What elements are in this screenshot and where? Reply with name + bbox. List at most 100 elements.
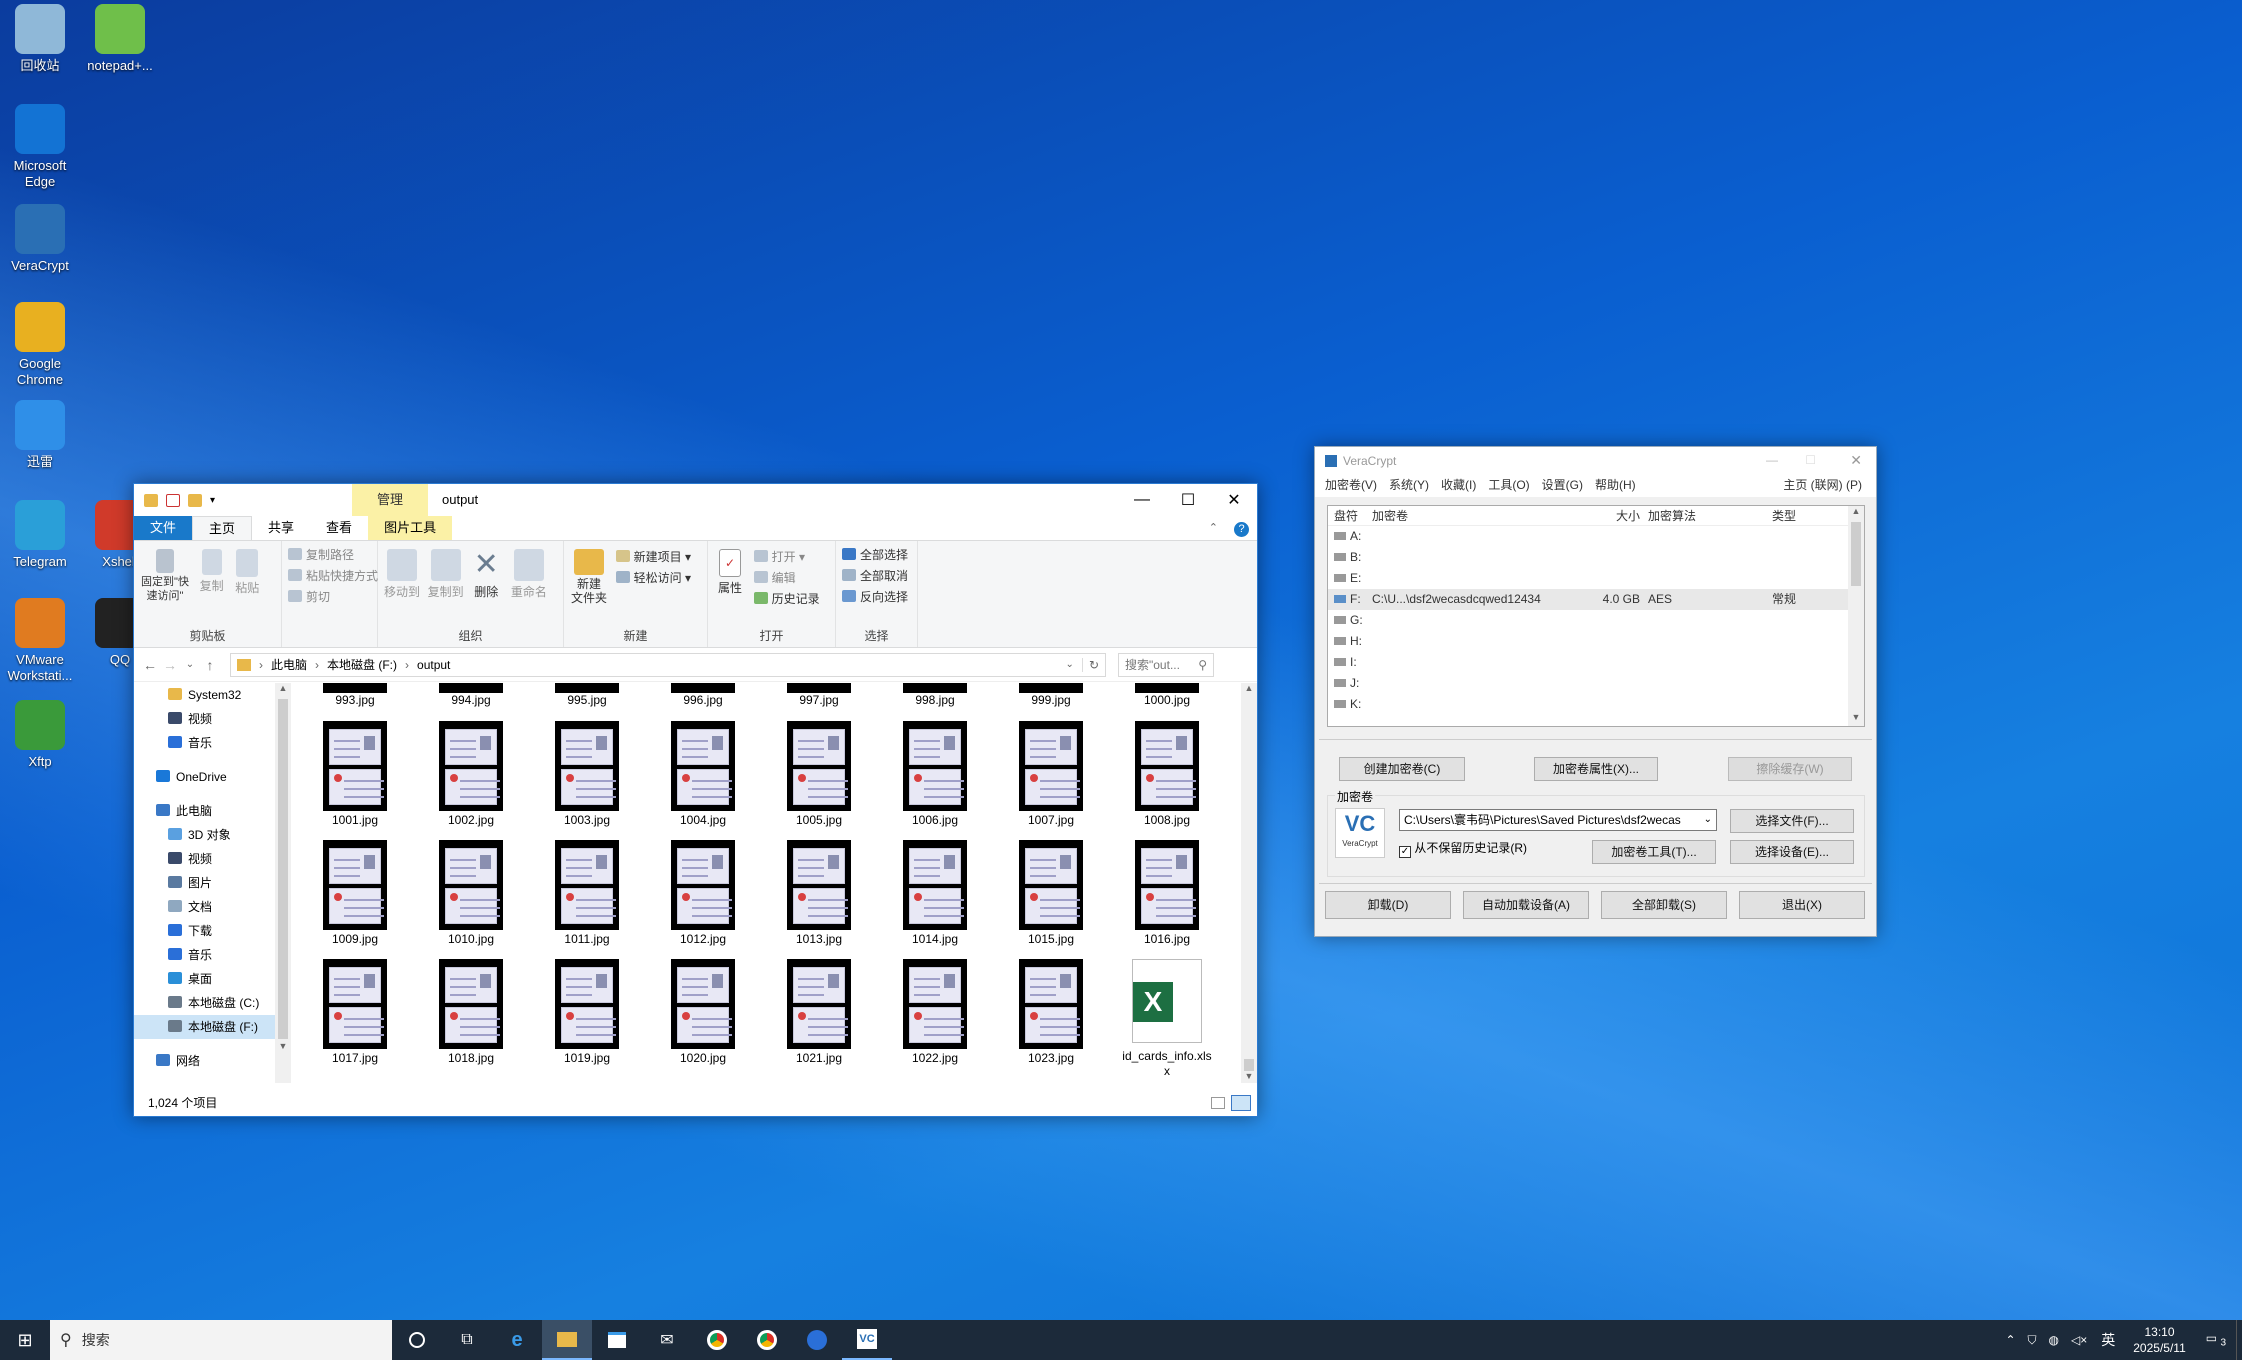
drive-row[interactable]: J: [1328,673,1848,694]
desktop-icon[interactable]: notepad+... [77,4,163,74]
start-button[interactable]: ⊞ [0,1320,50,1360]
cut-button[interactable]: 剪切 [288,587,371,608]
file-item[interactable]: 995.jpg [537,683,637,707]
desktop-icon[interactable]: 迅雷 [0,400,83,470]
file-item[interactable]: 1023.jpg [1001,959,1101,1065]
search-input[interactable]: 搜索"out... ⚲ [1118,652,1214,677]
menu-item[interactable]: 加密卷(V) [1319,475,1383,497]
drive-list-scrollbar[interactable]: ▲ ▼ [1848,506,1864,726]
invert-selection-button[interactable]: 反向选择 [842,587,911,608]
volume-properties-button[interactable]: 加密卷属性(X)... [1534,757,1658,781]
globe-icon[interactable]: ◍ [2043,1333,2065,1347]
recent-locations-icon[interactable]: ⌄ [180,659,200,670]
drive-scroll-thumb[interactable] [1851,522,1861,586]
menu-item[interactable]: 帮助(H) [1589,475,1642,497]
paste-button[interactable]: 粘贴 [233,545,261,596]
dismount-all-button[interactable]: 全部卸载(S) [1601,891,1727,919]
minimize-button[interactable]: — [1119,484,1165,516]
drive-row[interactable]: G: [1328,610,1848,631]
copy-button[interactable]: 复制 [198,545,226,594]
desktop-icon[interactable]: VeraCrypt [0,204,83,274]
nav-item[interactable]: 本地磁盘 (C:) [134,991,281,1015]
easy-access-button[interactable]: 轻松访问 ▾ [615,568,691,589]
taskbar-chrome-1[interactable] [692,1320,742,1360]
files-scrollbar[interactable]: ▲ ▼ [1241,683,1257,1083]
file-item[interactable]: 1003.jpg [537,721,637,827]
file-item[interactable]: 1005.jpg [769,721,869,827]
taskbar-store[interactable] [592,1320,642,1360]
maximize-button[interactable]: ☐ [1805,453,1816,467]
properties-icon[interactable] [166,493,180,507]
move-to-button[interactable]: 移动到 [384,545,420,600]
close-button[interactable]: ✕ [1850,452,1862,469]
drive-row[interactable]: F: C:\U...\dsf2wecasdcqwed12434 4.0 GB AES 常… [1328,589,1848,610]
desktop-icon[interactable]: Telegram [0,500,83,570]
file-item[interactable]: 1019.jpg [537,959,637,1065]
edit-button[interactable]: 编辑 [753,568,820,589]
scroll-up-icon[interactable]: ▲ [275,683,291,697]
taskbar-file-explorer[interactable] [542,1320,592,1360]
file-item[interactable]: 1000.jpg [1117,683,1217,707]
maximize-button[interactable]: ☐ [1165,484,1211,516]
menu-item[interactable]: 设置(G) [1536,475,1589,497]
file-item[interactable]: 993.jpg [305,683,405,707]
menu-homepage[interactable]: 主页 (联网) (P) [1777,475,1868,495]
forward-icon[interactable]: → [160,657,180,673]
nav-item[interactable]: 网络 [134,1049,281,1073]
nav-item[interactable]: 本地磁盘 (F:) [134,1015,281,1039]
file-item[interactable]: 1021.jpg [769,959,869,1065]
nav-item[interactable]: 文档 [134,895,281,919]
file-item[interactable]: 999.jpg [1001,683,1101,707]
tab-share[interactable]: 共享 [252,516,310,540]
nav-item[interactable]: 视频 [134,707,281,731]
show-desktop-button[interactable] [2236,1320,2242,1360]
volume-path-combobox[interactable]: C:\Users\寰韦码\Pictures\Saved Pictures\dsf… [1399,809,1717,831]
tab-manage-context[interactable]: 管理 [352,484,428,516]
tab-picture-tools[interactable]: 图片工具 [368,516,453,540]
up-icon[interactable]: ↑ [200,657,220,673]
file-item[interactable]: 1001.jpg [305,721,405,827]
file-item[interactable]: 1018.jpg [421,959,521,1065]
customize-qa-icon[interactable]: ▾ [210,495,215,506]
select-none-button[interactable]: 全部取消 [842,566,911,587]
taskbar-thunderbird[interactable] [792,1320,842,1360]
nav-item[interactable]: 视频 [134,847,281,871]
help-icon[interactable]: ? [1226,516,1257,540]
file-item-excel[interactable]: Xid_cards_info.xlsx [1117,959,1217,1079]
tab-home[interactable]: 主页 [192,516,253,540]
scroll-down-icon[interactable]: ▼ [275,1041,291,1055]
tab-view[interactable]: 查看 [310,516,368,540]
file-item[interactable]: 1014.jpg [885,840,985,946]
new-item-button[interactable]: 新建项目 ▾ [615,547,691,568]
refresh-icon[interactable]: ↻ [1081,657,1105,672]
breadcrumb-drive-f[interactable]: 本地磁盘 (F:) [327,656,397,673]
pin-quick-access-button[interactable]: 固定到"快速访问" [140,545,190,603]
desktop-icon[interactable]: Google Chrome [0,302,83,388]
file-item[interactable]: 1022.jpg [885,959,985,1065]
no-history-checkbox[interactable]: ✓ 从不保留历史记录(R) [1399,839,1527,858]
file-item[interactable]: 1007.jpg [1001,721,1101,827]
menu-item[interactable]: 收藏(I) [1435,475,1482,497]
desktop-icon[interactable]: VMware Workstati... [0,598,83,684]
collapse-ribbon-icon[interactable]: ⌃ [1201,516,1226,540]
file-item[interactable]: 1009.jpg [305,840,405,946]
history-button[interactable]: 历史记录 [753,589,820,610]
select-device-button[interactable]: 选择设备(E)... [1730,840,1854,864]
task-view-button[interactable]: ⧉ [442,1320,492,1360]
nav-item[interactable]: 图片 [134,871,281,895]
new-folder-button[interactable]: 新建 文件夹 [570,545,608,605]
details-view-icon[interactable] [1211,1097,1225,1109]
file-item[interactable]: 1016.jpg [1117,840,1217,946]
tray-overflow-icon[interactable]: ⌃ [1999,1333,2021,1347]
select-all-button[interactable]: 全部选择 [842,545,911,566]
desktop-icon[interactable]: 回收站 [0,4,83,74]
open-button[interactable]: 打开 ▾ [753,547,820,568]
drive-row[interactable]: B: [1328,547,1848,568]
back-icon[interactable]: ← [140,657,160,673]
menu-item[interactable]: 系统(Y) [1383,475,1435,497]
copy-to-button[interactable]: 复制到 [428,545,464,600]
file-item[interactable]: 1008.jpg [1117,721,1217,827]
exit-button[interactable]: 退出(X) [1739,891,1865,919]
scroll-up-icon[interactable]: ▲ [1241,683,1257,697]
scroll-down-icon[interactable]: ▼ [1848,712,1864,726]
